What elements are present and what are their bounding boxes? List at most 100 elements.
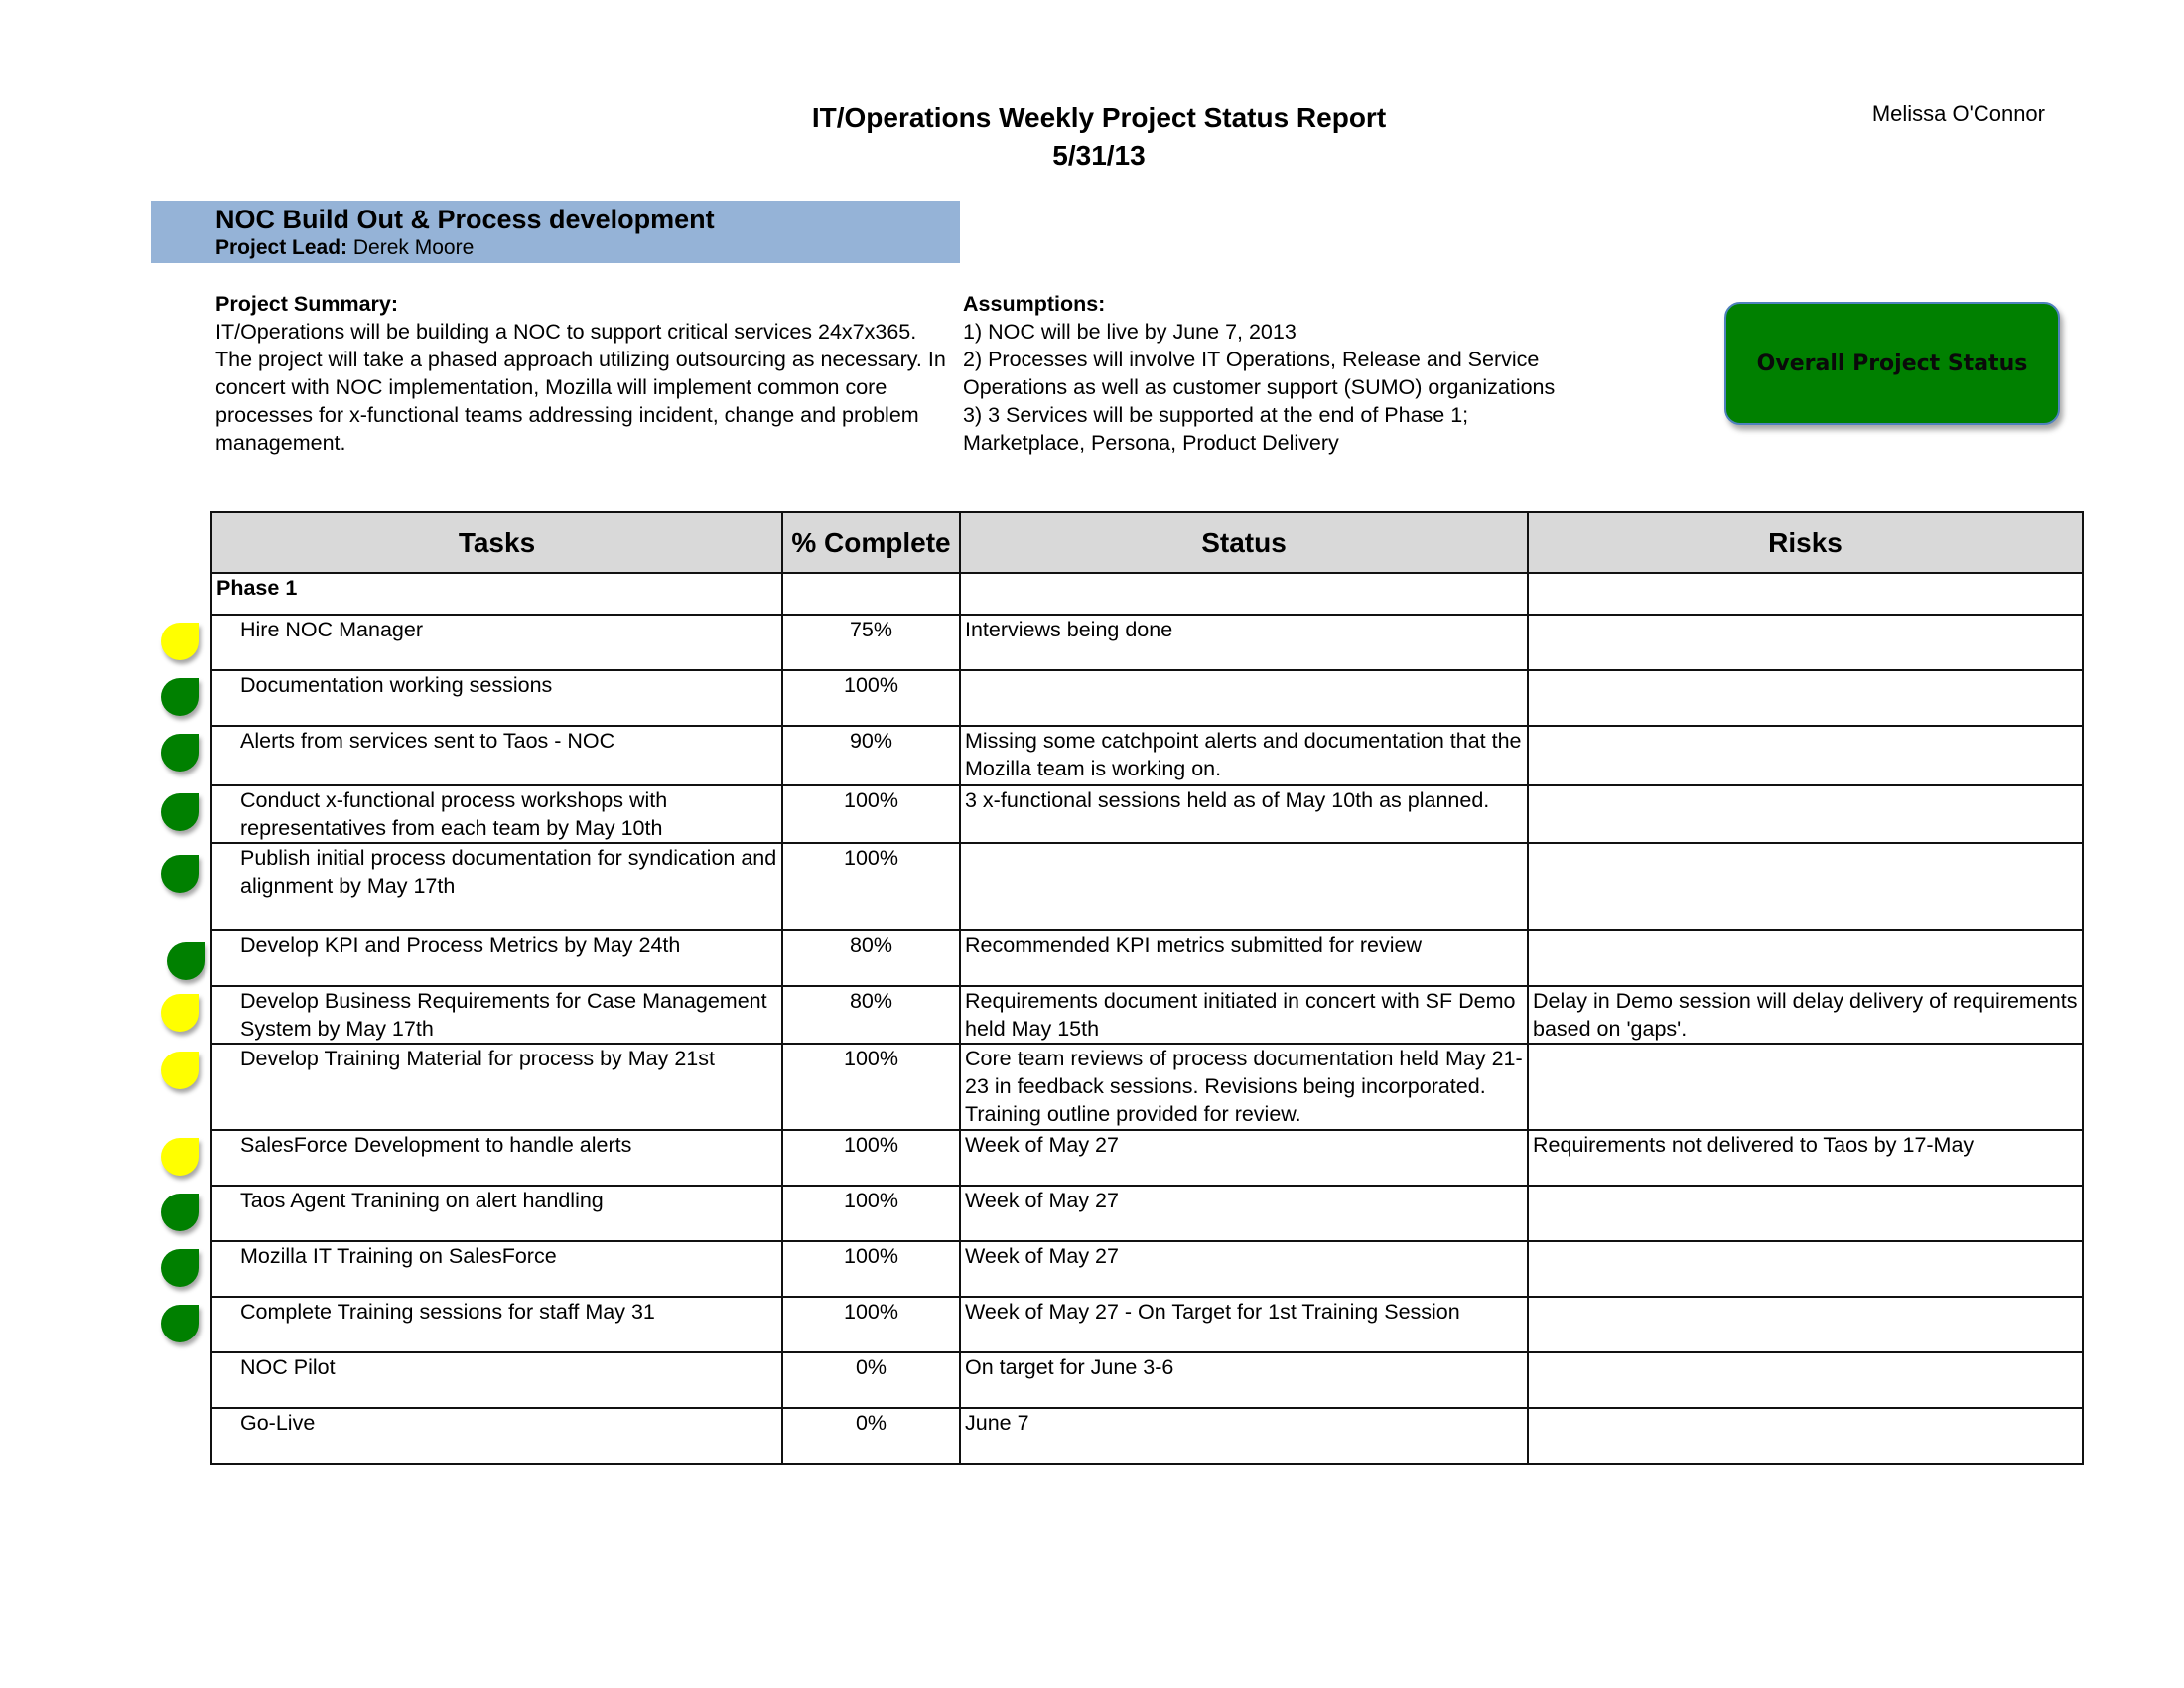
percent-complete-cell: 0% xyxy=(781,1407,961,1465)
risk-cell: Delay in Demo session will delay deliver… xyxy=(1527,985,2084,1045)
risk-cell: Requirements not delivered to Taos by 17… xyxy=(1527,1129,2084,1187)
risk-cell xyxy=(1527,784,2084,844)
task-cell: Conduct x-functional process workshops w… xyxy=(210,784,783,844)
percent-complete-cell: 80% xyxy=(781,929,961,987)
status-cell: 3 x-functional sessions held as of May 1… xyxy=(959,784,1529,844)
percent-complete-cell: 100% xyxy=(781,842,961,931)
column-header-percent-complete: % Complete xyxy=(781,511,961,574)
empty-cell xyxy=(959,572,1529,616)
risk-cell xyxy=(1527,725,2084,786)
status-cell: Week of May 27 - On Target for 1st Train… xyxy=(959,1296,1529,1353)
project-summary-text: IT/Operations will be building a NOC to … xyxy=(215,320,946,455)
assumption-item: 2) Processes will involve IT Operations,… xyxy=(963,348,1556,399)
status-indicator-yellow-icon xyxy=(161,623,199,660)
status-indicator-yellow-icon xyxy=(161,1138,199,1176)
risk-cell xyxy=(1527,614,2084,671)
table-header-row: Tasks % Complete Status Risks xyxy=(210,511,2084,574)
task-cell: Develop KPI and Process Metrics by May 2… xyxy=(210,929,783,987)
status-indicator-green-icon xyxy=(161,678,199,716)
percent-complete-cell: 100% xyxy=(781,784,961,844)
status-indicator-green-icon xyxy=(167,942,205,980)
percent-complete-cell: 100% xyxy=(781,669,961,727)
percent-complete-cell: 100% xyxy=(781,1240,961,1298)
risk-cell xyxy=(1527,669,2084,727)
table-row: Documentation working sessions 100% xyxy=(210,669,2084,727)
percent-complete-cell: 100% xyxy=(781,1296,961,1353)
table-row: Conduct x-functional process workshops w… xyxy=(210,784,2084,844)
risk-cell xyxy=(1527,1351,2084,1409)
risk-cell xyxy=(1527,1240,2084,1298)
assumption-item: 3) 3 Services will be supported at the e… xyxy=(963,403,1469,455)
table-row: Mozilla IT Training on SalesForce 100% Wee… xyxy=(210,1240,2084,1298)
status-cell xyxy=(959,842,1529,931)
percent-complete-cell: 75% xyxy=(781,614,961,671)
risk-cell xyxy=(1527,842,2084,931)
status-cell: June 7 xyxy=(959,1407,1529,1465)
table-row: Publish initial process documentation fo… xyxy=(210,842,2084,931)
project-summary-heading: Project Summary: xyxy=(215,292,399,316)
project-lead-name: Derek Moore xyxy=(352,236,475,259)
status-cell: On target for June 3-6 xyxy=(959,1351,1529,1409)
risk-cell xyxy=(1527,1296,2084,1353)
status-cell: Missing some catchpoint alerts and docum… xyxy=(959,725,1529,786)
task-cell: Mozilla IT Training on SalesForce xyxy=(210,1240,783,1298)
task-cell: Alerts from services sent to Taos - NOC xyxy=(210,725,783,786)
report-author: Melissa O'Connor xyxy=(1871,101,2045,126)
status-cell: Week of May 27 xyxy=(959,1129,1529,1187)
project-name: NOC Build Out & Process development xyxy=(215,205,715,234)
risk-cell xyxy=(1527,1043,2084,1131)
report-date: 5/31/13 xyxy=(1052,140,1146,171)
table-row: Alerts from services sent to Taos - NOC 9… xyxy=(210,725,2084,786)
project-summary: Project Summary: IT/Operations will be b… xyxy=(215,290,955,457)
status-indicator-yellow-icon xyxy=(161,1052,199,1089)
empty-cell xyxy=(1527,572,2084,616)
table-row: Develop Business Requirements for Case M… xyxy=(210,985,2084,1045)
column-header-status: Status xyxy=(959,511,1529,574)
percent-complete-cell: 90% xyxy=(781,725,961,786)
status-indicator-green-icon xyxy=(161,855,199,893)
table-row: NOC Pilot 0% On target for June 3-6 xyxy=(210,1351,2084,1409)
risk-cell xyxy=(1527,1185,2084,1242)
project-lead: Project Lead: Derek Moore xyxy=(215,236,474,260)
risk-cell xyxy=(1527,929,2084,987)
status-cell: Core team reviews of process documentati… xyxy=(959,1043,1529,1131)
percent-complete-cell: 100% xyxy=(781,1185,961,1242)
percent-complete-cell: 100% xyxy=(781,1043,961,1131)
table-row: Taos Agent Tranining on alert handling 10… xyxy=(210,1185,2084,1242)
task-cell: Taos Agent Tranining on alert handling xyxy=(210,1185,783,1242)
project-lead-label: Project Lead: xyxy=(215,236,348,259)
risk-cell xyxy=(1527,1407,2084,1465)
task-cell: SalesForce Development to handle alerts xyxy=(210,1129,783,1187)
column-header-risks: Risks xyxy=(1527,511,2084,574)
status-cell: Week of May 27 xyxy=(959,1185,1529,1242)
task-cell: Complete Training sessions for staff May… xyxy=(210,1296,783,1353)
table-row: SalesForce Development to handle alerts 1… xyxy=(210,1129,2084,1187)
assumptions-heading: Assumptions: xyxy=(963,292,1106,316)
percent-complete-cell: 80% xyxy=(781,985,961,1045)
status-cell: Requirements document initiated in conce… xyxy=(959,985,1529,1045)
table-row: Go-Live 0% June 7 xyxy=(210,1407,2084,1465)
overall-project-status-badge: Overall Project Status xyxy=(1724,302,2060,425)
status-indicator-yellow-icon xyxy=(161,994,199,1032)
task-cell: Documentation working sessions xyxy=(210,669,783,727)
status-cell: Recommended KPI metrics submitted for re… xyxy=(959,929,1529,987)
assumptions: Assumptions: 1) NOC will be live by June… xyxy=(963,290,1559,457)
assumption-item: 1) NOC will be live by June 7, 2013 xyxy=(963,320,1297,344)
task-cell: NOC Pilot xyxy=(210,1351,783,1409)
report-title-block: IT/Operations Weekly Project Status Repo… xyxy=(695,99,1503,175)
project-banner: NOC Build Out & Process development Proj… xyxy=(151,201,960,263)
status-cell xyxy=(959,669,1529,727)
task-cell: Develop Training Material for process by… xyxy=(210,1043,783,1131)
phase-row: Phase 1 xyxy=(210,572,2084,616)
status-cell: Interviews being done xyxy=(959,614,1529,671)
table-row: Develop KPI and Process Metrics by May 2… xyxy=(210,929,2084,987)
status-indicator-green-icon xyxy=(161,1249,199,1287)
report-title: IT/Operations Weekly Project Status Repo… xyxy=(811,102,1387,133)
empty-cell xyxy=(781,572,961,616)
status-indicator-green-icon xyxy=(161,793,199,831)
task-table: Tasks % Complete Status Risks Phase 1 Hi… xyxy=(210,511,2084,1465)
task-cell: Publish initial process documentation fo… xyxy=(210,842,783,931)
phase-label: Phase 1 xyxy=(210,572,783,616)
task-cell: Go-Live xyxy=(210,1407,783,1465)
table-row: Develop Training Material for process by… xyxy=(210,1043,2084,1131)
